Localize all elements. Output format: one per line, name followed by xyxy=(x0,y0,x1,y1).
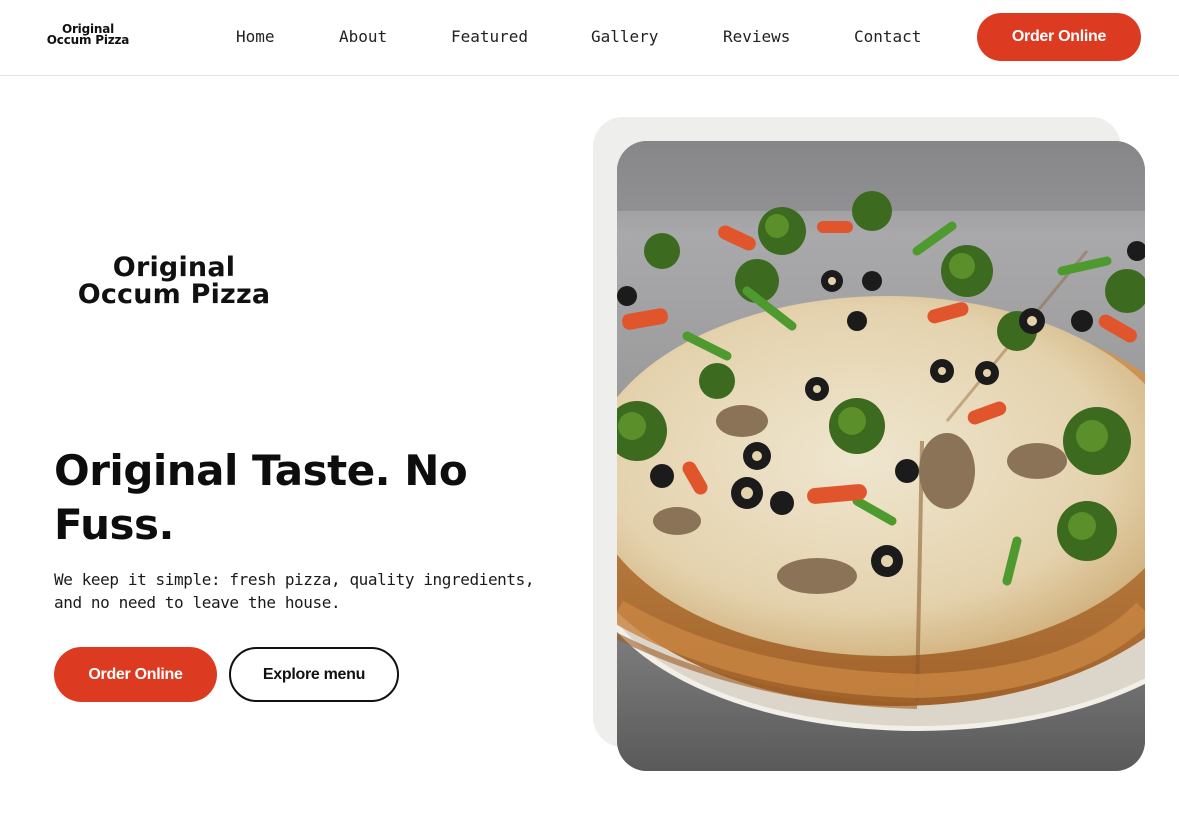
hero-logo: Original Occum Pizza xyxy=(66,254,282,308)
hero-logo-line1: Original xyxy=(112,252,236,283)
hero-order-online-button[interactable]: Order Online xyxy=(54,647,217,702)
pizza-photo xyxy=(617,141,1145,771)
nav-contact[interactable]: Contact xyxy=(854,26,921,48)
header-order-online-button[interactable]: Order Online xyxy=(977,13,1141,61)
nav-gallery[interactable]: Gallery xyxy=(591,26,658,48)
explore-menu-button[interactable]: Explore menu xyxy=(229,647,399,702)
nav-about[interactable]: About xyxy=(339,26,387,48)
header-logo[interactable]: Original Occum Pizza xyxy=(43,23,133,47)
hero-logo-line2: Occum Pizza xyxy=(77,279,271,310)
nav-home[interactable]: Home xyxy=(236,26,275,48)
pizza-illustration xyxy=(617,141,1145,771)
nav-featured[interactable]: Featured xyxy=(451,26,528,48)
header-logo-line2: Occum Pizza xyxy=(46,33,130,47)
hero-headline: Original Taste. No Fuss. xyxy=(54,446,468,549)
nav-reviews[interactable]: Reviews xyxy=(723,26,790,48)
site-header: Original Occum Pizza Home About Featured… xyxy=(0,0,1179,76)
hero-subtext: We keep it simple: fresh pizza, quality … xyxy=(54,570,535,612)
